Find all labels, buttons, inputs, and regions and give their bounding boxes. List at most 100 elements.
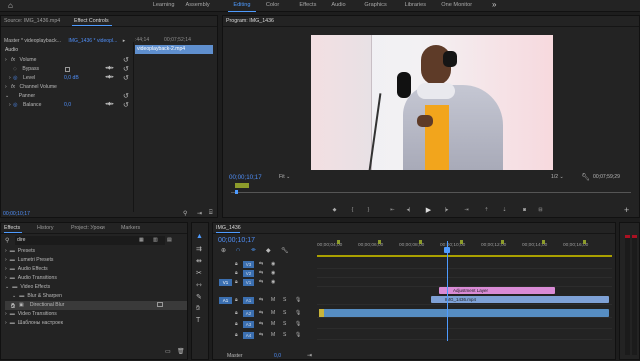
track-header-v1[interactable]: V1 🔒︎ V1 ⇆ ◉ (213, 278, 316, 287)
tab-source[interactable]: Source: IMG_1436.mp4 (4, 18, 60, 24)
timeline-playhead[interactable] (446, 241, 448, 341)
sync-lock-icon[interactable]: ⇆ (259, 270, 263, 276)
linked-selection-icon[interactable]: ⌯ (251, 247, 256, 254)
delete-icon[interactable]: 🗑︎ (177, 348, 185, 355)
track-name[interactable]: A2 (243, 310, 254, 317)
track-header-a1[interactable]: A1 🔒︎ A1 ⇆ M S 🎙︎ (213, 296, 316, 305)
lock-track-icon[interactable]: 🔒︎ (235, 261, 238, 267)
workspace-tab-assembly[interactable]: Assembly (180, 0, 215, 12)
workspace-tab-libraries[interactable]: Libraries (396, 0, 435, 12)
out-point-icon[interactable]: } (365, 207, 372, 214)
ruler-marker[interactable] (460, 240, 463, 244)
track-name[interactable]: V1 (243, 279, 254, 286)
master-end-icon[interactable]: ⇥ (307, 352, 312, 359)
sequence-clip-label[interactable]: IMG_1436 * videopl... (68, 38, 117, 44)
reset-volume-icon[interactable]: ↺ (123, 56, 129, 64)
track-header-a3[interactable]: 🔒︎ A3 ⇆ M S 🎙︎ (213, 320, 316, 329)
effects-folder[interactable]: › ▬ Audio Transitions (5, 274, 187, 283)
workspace-tab-graphics[interactable]: Graphics (358, 0, 393, 12)
source-patch-v1[interactable]: V1 (219, 279, 232, 286)
lock-track-icon[interactable]: 🔒︎ (235, 279, 238, 285)
add-marker-icon[interactable]: ◆ (266, 247, 271, 254)
program-scrub-bar[interactable] (231, 192, 631, 193)
nest-icon[interactable]: ⊕ (221, 247, 226, 254)
balance-value[interactable]: 0,0 (64, 101, 71, 110)
effect-controls-timecode[interactable]: 00;00;10;17 (3, 210, 30, 219)
snap-icon[interactable]: ∩ (236, 247, 240, 253)
reset-level-icon[interactable]: ↺ (123, 74, 129, 82)
step-forward-icon[interactable]: |▸ (443, 207, 450, 214)
track-header-v3[interactable]: 🔒︎ V3 ⇆ ◉ (213, 260, 316, 269)
playhead-handle[interactable] (443, 247, 450, 253)
play-icon[interactable]: ▶ (425, 207, 432, 214)
track-header-v2[interactable]: 🔒︎ V2 ⇆ ◉ (213, 269, 316, 278)
play-only-icon[interactable]: ▸ (123, 38, 126, 44)
sync-lock-icon[interactable]: ⇆ (259, 297, 263, 303)
voice-over-icon[interactable]: 🎙︎ (295, 297, 301, 303)
extract-icon[interactable]: ⇣ (501, 207, 508, 214)
add-button-icon[interactable]: + (624, 205, 629, 215)
comparison-view-icon[interactable]: ⊟ (537, 207, 544, 214)
solo-track-icon[interactable]: S (283, 332, 286, 338)
expand-balance-icon[interactable]: › (9, 102, 11, 108)
hand-tool-icon[interactable]: ✋︎ (196, 305, 200, 313)
balance-anim-icon[interactable]: ◎ (13, 102, 17, 108)
tab-markers[interactable]: Markers (121, 223, 140, 233)
effects-folder[interactable]: › ▬ Lumetri Presets (5, 256, 187, 265)
lock-track-icon[interactable]: 🔒︎ (235, 270, 238, 276)
reset-panner-icon[interactable]: ↺ (123, 92, 129, 100)
mute-track-icon[interactable]: M (271, 297, 275, 303)
master-track-value[interactable]: 0,0 (274, 353, 281, 359)
step-back-icon[interactable]: ◂| (405, 207, 412, 214)
zoom-select[interactable]: Fit ⌄ (279, 173, 290, 182)
ruler-marker[interactable] (337, 240, 340, 244)
balance-keyframe-icon[interactable]: ◂◆▸ (105, 101, 114, 107)
toggle-output-icon[interactable]: ◉ (271, 270, 275, 276)
bypass-keyframe-icon[interactable]: ◂◆▸ (105, 65, 114, 71)
collapse-panner-icon[interactable]: ⌄ (5, 93, 9, 99)
go-to-in-icon[interactable]: ⇤ (389, 207, 396, 214)
track-name[interactable]: A1 (243, 297, 254, 304)
export-icon[interactable]: ⇥ (197, 210, 202, 217)
level-anim-icon[interactable]: ◎ (13, 75, 17, 81)
ruler-marker[interactable] (501, 240, 504, 244)
accelerated-filter-icon[interactable]: ▦ (139, 237, 144, 243)
clip-name-bar[interactable]: videoplayback-2.mp4 (135, 45, 213, 54)
slip-tool-icon[interactable]: ⇿ (196, 281, 202, 289)
sync-lock-icon[interactable]: ⇆ (259, 332, 263, 338)
bypass-anim-icon[interactable]: ◇ (13, 66, 17, 72)
razor-tool-icon[interactable]: ✂ (196, 269, 202, 277)
marker-icon[interactable]: ◆ (331, 207, 338, 214)
video-clip[interactable]: IMG_1436.mp4 (431, 296, 609, 303)
tab-history[interactable]: History (37, 223, 53, 233)
toggle-output-icon[interactable]: ◉ (271, 279, 275, 285)
lift-icon[interactable]: ⇡ (483, 207, 490, 214)
ruler-marker[interactable] (419, 240, 422, 244)
sync-lock-icon[interactable]: ⇆ (259, 261, 263, 267)
ripple-edit-tool-icon[interactable]: ⇹ (196, 257, 202, 265)
new-bin-icon[interactable]: ▭ (165, 348, 171, 355)
program-in-marker[interactable] (235, 183, 249, 188)
lock-track-icon[interactable]: 🔒︎ (235, 332, 238, 338)
sync-lock-icon[interactable]: ⇆ (259, 310, 263, 316)
ruler-marker[interactable] (378, 240, 381, 244)
audio-clip-a1[interactable] (319, 309, 609, 317)
workspace-tab-one-monitor[interactable]: One Monitor (434, 0, 479, 12)
workspace-tab-color[interactable]: Color (260, 0, 285, 12)
ruler-marker[interactable] (542, 240, 545, 244)
sync-lock-icon[interactable]: ⇆ (259, 279, 263, 285)
timeline-timecode[interactable]: 00;00;10;17 (218, 236, 255, 245)
expand-level-icon[interactable]: › (9, 75, 11, 81)
selection-tool-icon[interactable]: ▲ (196, 233, 203, 240)
mute-track-icon[interactable]: M (271, 310, 275, 316)
expand-channel-volume-icon[interactable]: › (5, 84, 7, 90)
effects-folder[interactable]: › ▬ Audio Effects (5, 265, 187, 274)
track-header-a4[interactable]: 🔒︎ A4 ⇆ M S 🎙︎ (213, 331, 316, 340)
program-timecode[interactable]: 00;00;10;17 (229, 173, 262, 182)
32bit-filter-icon[interactable]: ▥ (153, 237, 158, 243)
reset-bypass-icon[interactable]: ↺ (123, 65, 129, 73)
settings-icon[interactable]: ⌸ (209, 210, 213, 217)
type-tool-icon[interactable]: T (196, 317, 200, 324)
mute-track-icon[interactable]: M (271, 321, 275, 327)
wrench-icon[interactable]: 🔧︎ (581, 173, 590, 181)
